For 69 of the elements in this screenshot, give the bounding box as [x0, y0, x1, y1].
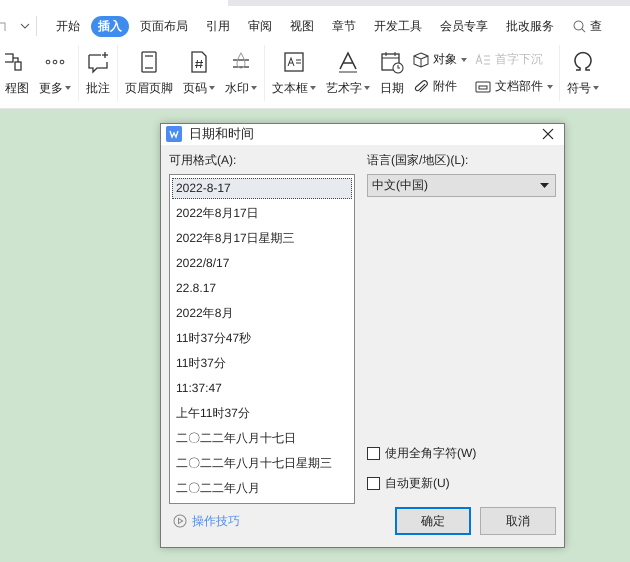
play-circle-icon — [173, 514, 187, 528]
dialog-title: 日期和时间 — [189, 125, 255, 144]
menu-tab[interactable]: 开始 — [49, 16, 87, 36]
format-option[interactable]: 2022年8月17日 — [172, 202, 352, 224]
formats-label: 可用格式(A): — [169, 152, 238, 169]
cancel-button[interactable]: 取消 — [480, 507, 556, 536]
paperclip-icon — [413, 78, 429, 94]
caret-icon — [251, 86, 257, 90]
format-option[interactable]: 22.8.17 — [172, 278, 352, 299]
caret-icon — [461, 58, 467, 62]
text-box-icon — [282, 50, 306, 74]
checkbox[interactable] — [367, 446, 380, 460]
caret-icon — [593, 86, 599, 90]
caret-icon — [65, 86, 71, 90]
menu-tab[interactable]: 视图 — [283, 16, 321, 36]
caret-icon — [547, 84, 553, 88]
format-option[interactable]: 2022/8/17 — [172, 252, 352, 274]
ribbon-button[interactable]: 文档部件 — [475, 78, 553, 95]
caret-icon — [209, 86, 215, 90]
ribbon-button[interactable]: 符号 — [562, 50, 604, 96]
format-option[interactable]: 二〇二二年八月十七日 — [172, 428, 352, 449]
ribbon-button[interactable]: 批注 — [81, 50, 115, 96]
more-dots-icon — [45, 58, 65, 64]
ribbon-button[interactable]: 页码 — [178, 50, 220, 96]
caret-icon — [364, 86, 370, 90]
menu-tab[interactable]: 章节 — [325, 16, 363, 36]
ribbon-button[interactable]: 程图 — [0, 50, 34, 96]
ribbon-button[interactable]: 艺术字 — [321, 50, 375, 96]
menu-tab[interactable]: 会员专享 — [433, 16, 495, 36]
caret-icon — [310, 86, 316, 90]
ribbon-button[interactable]: 文本框 — [267, 50, 321, 96]
art-text-icon — [336, 50, 360, 74]
menu-tab[interactable]: 引用 — [199, 16, 237, 36]
format-option[interactable]: 11:37:47 — [172, 378, 352, 399]
document-part-icon — [475, 78, 491, 94]
ribbon-button[interactable]: 水印 — [220, 50, 262, 96]
ribbon-button[interactable]: 附件 — [413, 78, 467, 95]
format-option[interactable]: 11时37分 — [172, 352, 352, 374]
format-option[interactable]: 二〇二二年八月十七日星期三 — [172, 452, 352, 474]
language-dropdown[interactable]: 中文(中国) — [367, 174, 556, 197]
cube-icon — [413, 52, 429, 68]
menu-tab[interactable]: 页面布局 — [133, 16, 195, 36]
dropdown-caret-icon — [540, 182, 549, 188]
search-icon — [573, 20, 586, 32]
menu-tab[interactable]: 批改服务 — [499, 16, 561, 36]
format-option[interactable]: 2022年8月17日星期三 — [172, 228, 352, 249]
format-option[interactable]: 11时37分47秒 — [172, 328, 352, 349]
calendar-clock-icon — [380, 50, 404, 74]
format-option[interactable]: 二〇二二年八月 — [172, 478, 352, 499]
format-option[interactable]: 2022年8月 — [172, 302, 352, 324]
ribbon-button[interactable]: 更多 — [34, 50, 76, 96]
menu-tab[interactable]: 开发工具 — [367, 16, 429, 36]
ribbon-button[interactable]: 对象 — [413, 51, 467, 68]
language-label: 语言(国家/地区)(L): — [367, 152, 470, 169]
format-option[interactable]: 2022-8-17 — [172, 178, 352, 199]
format-option[interactable]: 上午11时37分 — [172, 402, 352, 424]
ok-button[interactable]: 确定 — [395, 507, 471, 536]
ribbon-button[interactable]: 页眉页脚 — [120, 50, 178, 96]
comment-plus-icon — [86, 50, 110, 74]
omega-icon — [571, 50, 595, 74]
caret-icon[interactable] — [20, 23, 30, 29]
checkbox-label: 自动更新(U) — [385, 474, 450, 492]
checkbox[interactable] — [367, 476, 380, 490]
checkbox-label: 使用全角字符(W) — [385, 444, 476, 462]
ribbon-button[interactable]: 日期 — [375, 50, 409, 96]
close-icon[interactable] — [542, 128, 554, 140]
menu-tab[interactable]: 审阅 — [241, 16, 279, 36]
drop-cap-icon — [475, 52, 491, 68]
search-button[interactable]: 查 — [573, 18, 602, 34]
